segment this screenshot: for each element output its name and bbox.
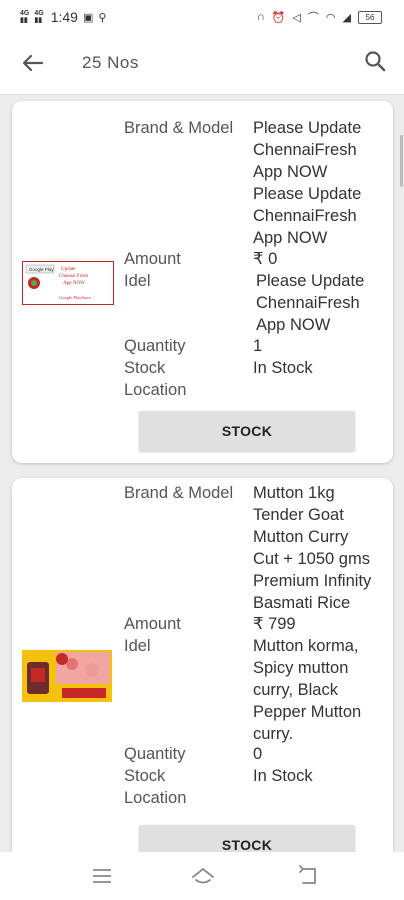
thumb-bottom-text: Google PlayStore bbox=[59, 295, 91, 300]
thumb-line3: App NOW bbox=[63, 281, 85, 286]
idel-label: Idel bbox=[124, 637, 151, 655]
amount-label: Amount bbox=[124, 250, 181, 268]
update-app-image: Google Play Update Chennai Fresh App NOW… bbox=[25, 264, 91, 300]
idel-value: Mutton korma, Spicy mutton curry, Black … bbox=[253, 637, 362, 743]
idel-value: Please Update ChennaiFresh App NOW bbox=[256, 272, 365, 334]
status-bar: 4G ▮▮ 4G ▮▮ 1:49 ▣ ⚲ ∩ ⏰ ◁ ⌒ ◠ ◢ 56 bbox=[0, 0, 404, 34]
quantity-value: 1 bbox=[253, 337, 263, 355]
battery-level: 56 bbox=[365, 12, 375, 22]
status-time: 1:49 bbox=[50, 9, 78, 25]
thumb-store-text: Google Play bbox=[29, 267, 54, 272]
back-arrow-svg bbox=[22, 54, 44, 72]
thumb-banner bbox=[62, 688, 106, 698]
stock-label: Stock bbox=[124, 767, 166, 785]
stock-button[interactable]: STOCK bbox=[139, 411, 355, 451]
stock-label: Stock bbox=[124, 359, 166, 377]
location-label: Location bbox=[124, 789, 187, 807]
product-card: Google Play Update Chennai Fresh App NOW… bbox=[12, 101, 393, 463]
back-arrow-icon[interactable] bbox=[18, 48, 48, 78]
brand-model-label: Brand & Model bbox=[124, 484, 234, 502]
scrollbar[interactable] bbox=[400, 135, 403, 187]
thumb-line2: Chennai Fresh bbox=[59, 274, 89, 279]
quantity-label: Quantity bbox=[124, 745, 186, 763]
app-bar: 25 Nos bbox=[0, 34, 404, 95]
alarm-icon: ⏰ bbox=[271, 11, 286, 24]
battery-icon: 56 bbox=[358, 10, 382, 24]
page-title: 25 Nos bbox=[82, 53, 139, 72]
search-icon[interactable] bbox=[362, 48, 388, 74]
mutton-combo-image bbox=[22, 650, 112, 702]
thumb-offer-badge bbox=[56, 653, 68, 665]
stock-value: In Stock bbox=[253, 359, 313, 377]
network-indicator-1: 4G ▮▮ bbox=[20, 10, 30, 24]
back-nav-icon[interactable] bbox=[296, 864, 320, 888]
status-left: 4G ▮▮ 4G ▮▮ 1:49 ▣ ⚲ bbox=[20, 9, 106, 25]
status-right: ∩ ⏰ ◁ ⌒ ◠ ◢ 56 bbox=[257, 9, 382, 25]
stock-button[interactable]: STOCK bbox=[139, 825, 355, 852]
amount-value: ₹ 799 bbox=[253, 615, 296, 633]
mute-icon: ◁ bbox=[292, 11, 301, 24]
brand-model-value: Please Update ChennaiFresh App NOW Pleas… bbox=[253, 119, 362, 247]
amount-label: Amount bbox=[124, 615, 181, 633]
product-list[interactable]: Google Play Update Chennai Fresh App NOW… bbox=[0, 95, 404, 852]
location-label: Location bbox=[124, 381, 187, 399]
menu-icon[interactable] bbox=[90, 864, 114, 888]
gallery-icon: ▣ bbox=[82, 11, 94, 24]
product-thumbnail bbox=[22, 650, 112, 702]
network-indicator-2: 4G ▮▮ bbox=[34, 10, 44, 24]
quantity-label: Quantity bbox=[124, 337, 186, 355]
home-icon[interactable] bbox=[190, 864, 216, 888]
headphones-icon: ∩ bbox=[256, 11, 265, 23]
system-nav-bar bbox=[0, 852, 404, 900]
brand-model-value: Mutton 1kg Tender Goat Mutton Curry Cut … bbox=[253, 484, 372, 612]
volte-icon: ⌒ bbox=[307, 12, 319, 24]
stock-value: In Stock bbox=[253, 767, 313, 785]
amount-value: ₹ 0 bbox=[253, 250, 278, 268]
product-card: Brand & Model Mutton 1kg Tender Goat Mut… bbox=[12, 478, 393, 852]
usb-icon: ⚲ bbox=[98, 11, 107, 24]
signal-icon: ◢ bbox=[342, 11, 351, 24]
product-thumbnail: Google Play Update Chennai Fresh App NOW… bbox=[22, 261, 114, 305]
quantity-value: 0 bbox=[253, 745, 263, 763]
wifi-icon: ◠ bbox=[325, 11, 336, 24]
thumb-line1: Update bbox=[61, 267, 76, 272]
brand-model-label: Brand & Model bbox=[124, 119, 234, 137]
idel-label: Idel bbox=[124, 272, 151, 290]
